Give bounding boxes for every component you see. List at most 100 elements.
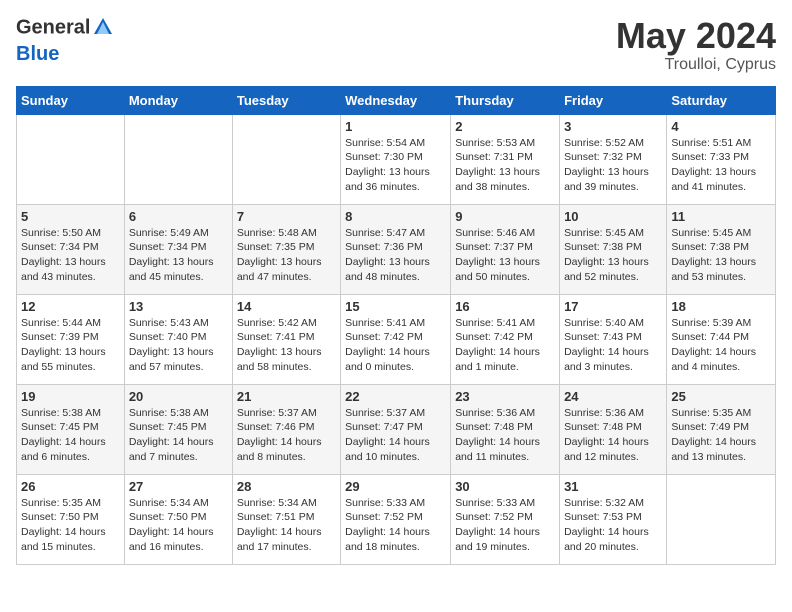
day-number: 31 [564,479,662,494]
day-number: 11 [671,209,771,224]
day-detail: Sunrise: 5:42 AM Sunset: 7:41 PM Dayligh… [237,316,336,375]
day-detail: Sunrise: 5:51 AM Sunset: 7:33 PM Dayligh… [671,136,771,195]
weekday-header: Tuesday [232,86,340,114]
calendar-cell: 12Sunrise: 5:44 AM Sunset: 7:39 PM Dayli… [17,294,125,384]
day-number: 25 [671,389,771,404]
day-detail: Sunrise: 5:32 AM Sunset: 7:53 PM Dayligh… [564,496,662,555]
calendar-cell: 6Sunrise: 5:49 AM Sunset: 7:34 PM Daylig… [124,204,232,294]
logo-blue: Blue [16,43,114,65]
day-number: 17 [564,299,662,314]
day-detail: Sunrise: 5:38 AM Sunset: 7:45 PM Dayligh… [129,406,228,465]
calendar-cell: 11Sunrise: 5:45 AM Sunset: 7:38 PM Dayli… [667,204,776,294]
day-detail: Sunrise: 5:41 AM Sunset: 7:42 PM Dayligh… [345,316,446,375]
day-detail: Sunrise: 5:34 AM Sunset: 7:51 PM Dayligh… [237,496,336,555]
calendar-cell: 4 Sunrise: 5:51 AM Sunset: 7:33 PM Daylig… [667,114,776,204]
calendar-cell: 7 Sunrise: 5:48 AM Sunset: 7:35 PM Daylig… [232,204,340,294]
day-detail: Sunrise: 5:34 AM Sunset: 7:50 PM Dayligh… [129,496,228,555]
calendar-cell: 23 Sunrise: 5:36 AM Sunset: 7:48 PM Dayli… [451,384,560,474]
day-number: 27 [129,479,228,494]
weekday-header: Saturday [667,86,776,114]
calendar-cell: 17 Sunrise: 5:40 AM Sunset: 7:43 PM Dayli… [560,294,667,384]
calendar-week-row: 12Sunrise: 5:44 AM Sunset: 7:39 PM Dayli… [17,294,776,384]
day-detail: Sunrise: 5:52 AM Sunset: 7:32 PM Dayligh… [564,136,662,195]
day-detail: Sunrise: 5:40 AM Sunset: 7:43 PM Dayligh… [564,316,662,375]
calendar-cell: 10Sunrise: 5:45 AM Sunset: 7:38 PM Dayli… [560,204,667,294]
calendar-cell [232,114,340,204]
calendar-cell: 13Sunrise: 5:43 AM Sunset: 7:40 PM Dayli… [124,294,232,384]
calendar-cell: 18Sunrise: 5:39 AM Sunset: 7:44 PM Dayli… [667,294,776,384]
day-detail: Sunrise: 5:49 AM Sunset: 7:34 PM Dayligh… [129,226,228,285]
day-number: 7 [237,209,336,224]
weekday-header: Sunday [17,86,125,114]
day-number: 16 [455,299,555,314]
calendar-cell: 3 Sunrise: 5:52 AM Sunset: 7:32 PM Daylig… [560,114,667,204]
day-number: 23 [455,389,555,404]
weekday-header: Wednesday [341,86,451,114]
logo-icon [92,16,114,38]
day-number: 30 [455,479,555,494]
calendar-cell: 26Sunrise: 5:35 AM Sunset: 7:50 PM Dayli… [17,474,125,564]
calendar-week-row: 26Sunrise: 5:35 AM Sunset: 7:50 PM Dayli… [17,474,776,564]
day-detail: Sunrise: 5:47 AM Sunset: 7:36 PM Dayligh… [345,226,446,285]
day-detail: Sunrise: 5:33 AM Sunset: 7:52 PM Dayligh… [455,496,555,555]
calendar-cell: 5Sunrise: 5:50 AM Sunset: 7:34 PM Daylig… [17,204,125,294]
day-detail: Sunrise: 5:46 AM Sunset: 7:37 PM Dayligh… [455,226,555,285]
day-number: 8 [345,209,446,224]
calendar-cell: 14Sunrise: 5:42 AM Sunset: 7:41 PM Dayli… [232,294,340,384]
location: Troulloi, Cyprus [616,56,776,74]
calendar-cell: 21 Sunrise: 5:37 AM Sunset: 7:46 PM Dayli… [232,384,340,474]
weekday-header: Monday [124,86,232,114]
day-detail: Sunrise: 5:39 AM Sunset: 7:44 PM Dayligh… [671,316,771,375]
day-number: 2 [455,119,555,134]
calendar-cell: 1 Sunrise: 5:54 AM Sunset: 7:30 PM Daylig… [341,114,451,204]
calendar-cell: 31 Sunrise: 5:32 AM Sunset: 7:53 PM Dayli… [560,474,667,564]
page-header: General Blue May 2024 Troulloi, Cyprus [16,16,776,74]
logo-general: General [16,16,114,43]
calendar-cell: 20 Sunrise: 5:38 AM Sunset: 7:45 PM Dayli… [124,384,232,474]
day-number: 12 [21,299,120,314]
calendar-cell: 30 Sunrise: 5:33 AM Sunset: 7:52 PM Dayli… [451,474,560,564]
day-number: 21 [237,389,336,404]
day-detail: Sunrise: 5:45 AM Sunset: 7:38 PM Dayligh… [564,226,662,285]
weekday-header-row: SundayMondayTuesdayWednesdayThursdayFrid… [17,86,776,114]
logo-text: General Blue [16,16,114,65]
day-number: 28 [237,479,336,494]
calendar-week-row: 5Sunrise: 5:50 AM Sunset: 7:34 PM Daylig… [17,204,776,294]
calendar-cell [124,114,232,204]
day-detail: Sunrise: 5:35 AM Sunset: 7:49 PM Dayligh… [671,406,771,465]
day-number: 26 [21,479,120,494]
calendar-cell: 16 Sunrise: 5:41 AM Sunset: 7:42 PM Dayli… [451,294,560,384]
calendar-cell: 25 Sunrise: 5:35 AM Sunset: 7:49 PM Dayli… [667,384,776,474]
day-number: 4 [671,119,771,134]
day-detail: Sunrise: 5:38 AM Sunset: 7:45 PM Dayligh… [21,406,120,465]
day-number: 24 [564,389,662,404]
title-block: May 2024 Troulloi, Cyprus [616,16,776,74]
day-detail: Sunrise: 5:48 AM Sunset: 7:35 PM Dayligh… [237,226,336,285]
logo: General Blue [16,16,114,65]
day-detail: Sunrise: 5:36 AM Sunset: 7:48 PM Dayligh… [455,406,555,465]
calendar-cell: 2Sunrise: 5:53 AM Sunset: 7:31 PM Daylig… [451,114,560,204]
day-number: 20 [129,389,228,404]
calendar-cell: 19 Sunrise: 5:38 AM Sunset: 7:45 PM Dayli… [17,384,125,474]
day-detail: Sunrise: 5:36 AM Sunset: 7:48 PM Dayligh… [564,406,662,465]
day-number: 29 [345,479,446,494]
day-number: 15 [345,299,446,314]
day-detail: Sunrise: 5:37 AM Sunset: 7:46 PM Dayligh… [237,406,336,465]
month-year: May 2024 [616,16,776,56]
day-detail: Sunrise: 5:41 AM Sunset: 7:42 PM Dayligh… [455,316,555,375]
day-detail: Sunrise: 5:54 AM Sunset: 7:30 PM Dayligh… [345,136,446,195]
calendar-cell [17,114,125,204]
calendar-cell: 9Sunrise: 5:46 AM Sunset: 7:37 PM Daylig… [451,204,560,294]
calendar-week-row: 19 Sunrise: 5:38 AM Sunset: 7:45 PM Dayli… [17,384,776,474]
calendar-cell: 24 Sunrise: 5:36 AM Sunset: 7:48 PM Dayli… [560,384,667,474]
calendar-week-row: 1 Sunrise: 5:54 AM Sunset: 7:30 PM Daylig… [17,114,776,204]
day-number: 1 [345,119,446,134]
calendar-cell: 22Sunrise: 5:37 AM Sunset: 7:47 PM Dayli… [341,384,451,474]
calendar-cell: 27 Sunrise: 5:34 AM Sunset: 7:50 PM Dayli… [124,474,232,564]
calendar-cell: 28 Sunrise: 5:34 AM Sunset: 7:51 PM Dayli… [232,474,340,564]
day-number: 13 [129,299,228,314]
weekday-header: Thursday [451,86,560,114]
day-number: 3 [564,119,662,134]
calendar-cell: 8 Sunrise: 5:47 AM Sunset: 7:36 PM Daylig… [341,204,451,294]
day-number: 19 [21,389,120,404]
